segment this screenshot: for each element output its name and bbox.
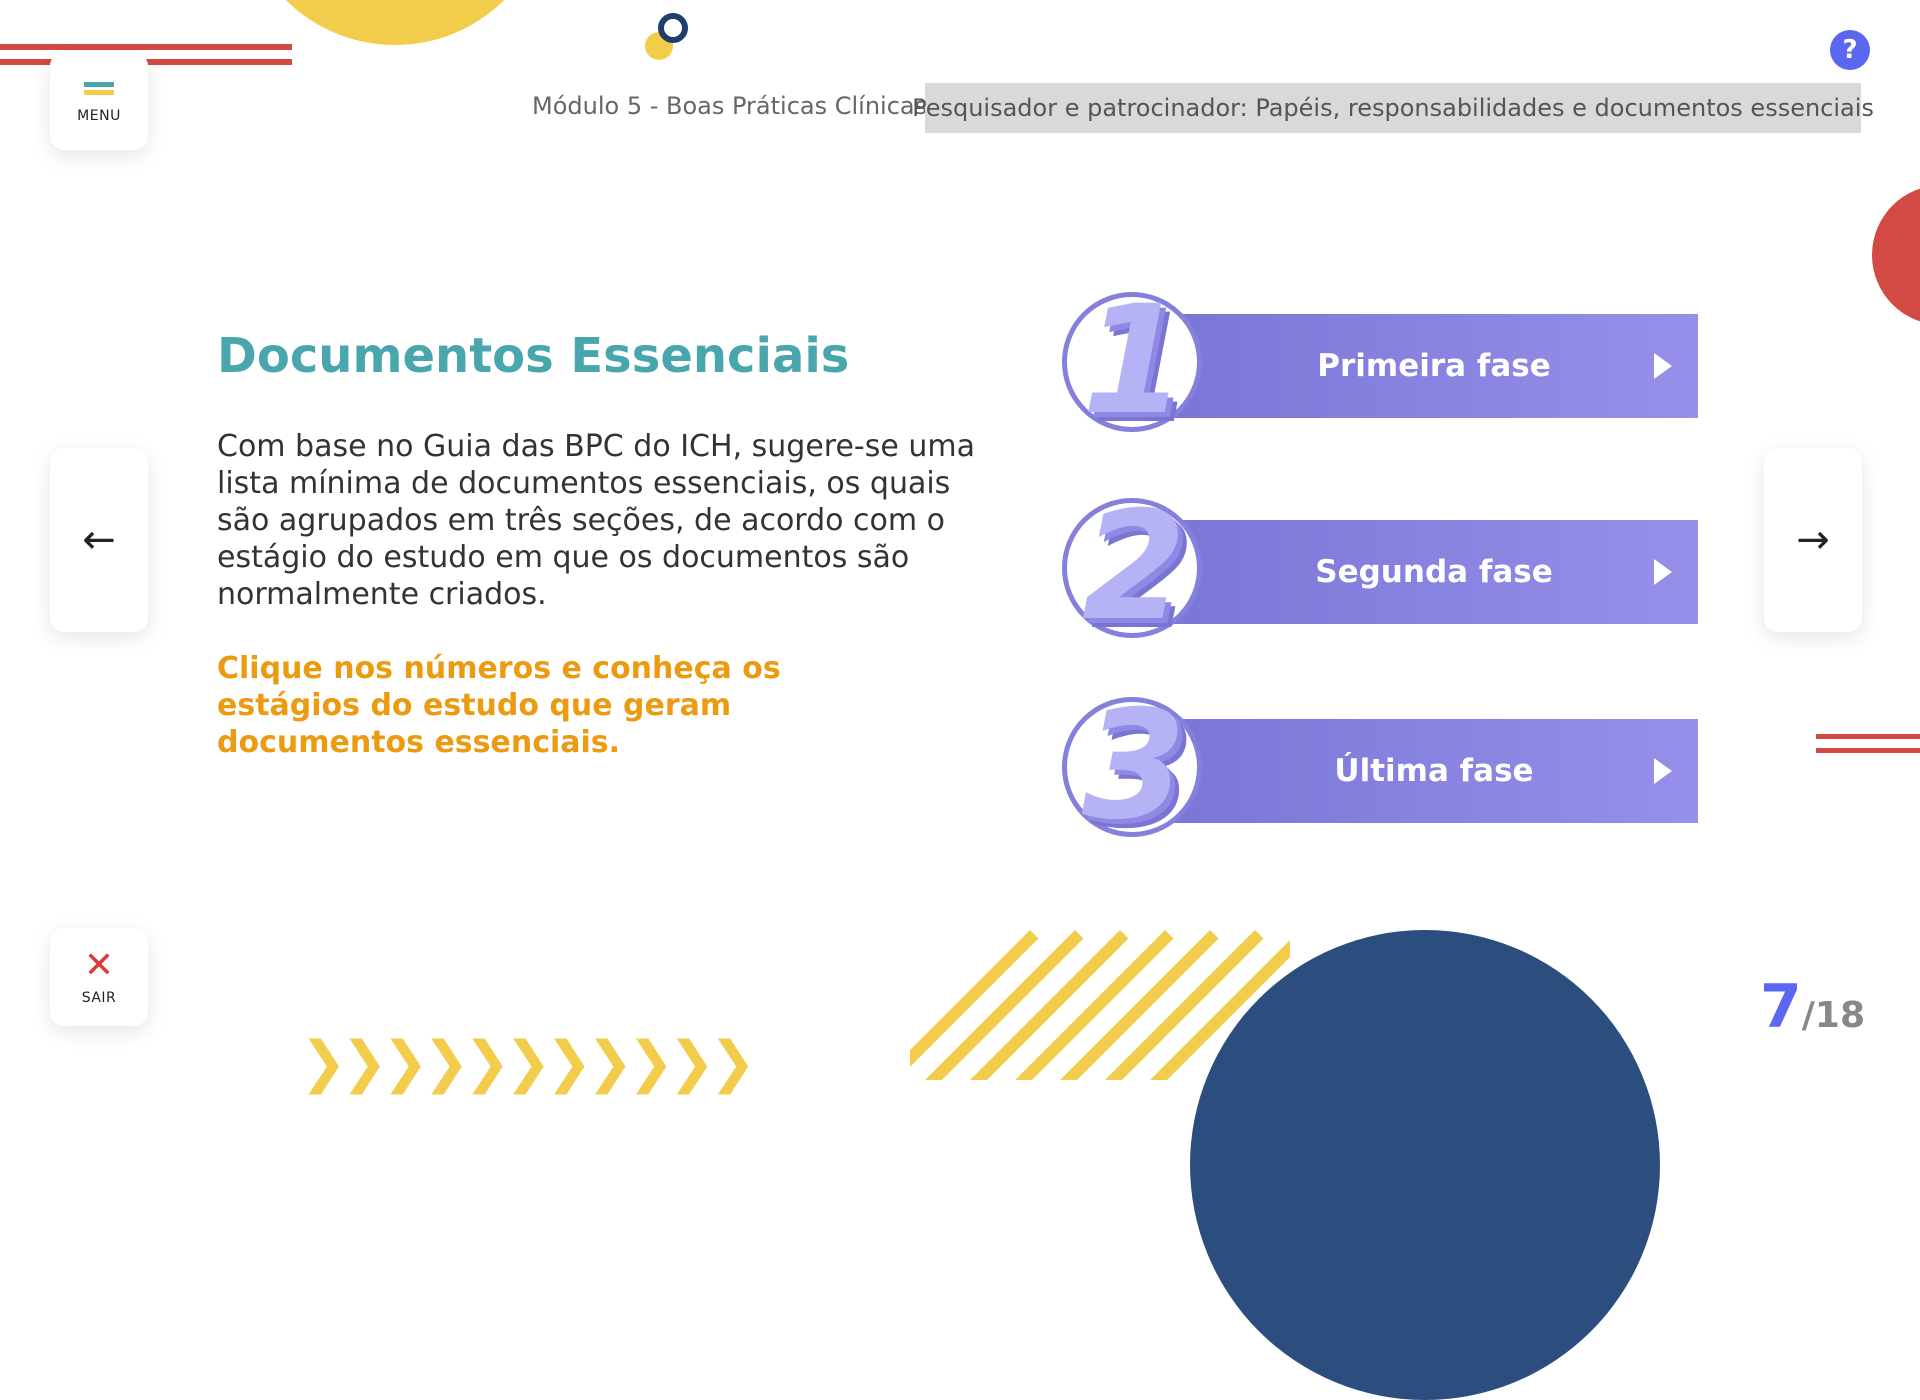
decorative-red-shape bbox=[1872, 185, 1920, 325]
phase-label: Primeira fase bbox=[1317, 348, 1551, 384]
phase-button-1[interactable]: Primeira fase 1 bbox=[1062, 276, 1698, 446]
page-title: Documentos Essenciais bbox=[217, 328, 850, 384]
menu-icon bbox=[84, 79, 114, 98]
close-icon: ✕ bbox=[83, 945, 115, 986]
lesson-title: Pesquisador e patrocinador: Papéis, resp… bbox=[912, 83, 1874, 133]
phase-number: 2 bbox=[1081, 480, 1187, 654]
previous-button[interactable]: ← bbox=[50, 448, 148, 632]
next-button[interactable]: → bbox=[1764, 448, 1862, 632]
phase-bar: Segunda fase bbox=[1170, 520, 1698, 624]
phase-label: Última fase bbox=[1334, 753, 1534, 789]
exit-label: SAIR bbox=[81, 990, 117, 1006]
exit-button[interactable]: ✕ SAIR bbox=[50, 928, 148, 1026]
play-icon bbox=[1654, 559, 1672, 585]
arrow-right-icon: → bbox=[1796, 517, 1830, 563]
phase-bar: Última fase bbox=[1170, 719, 1698, 823]
phase-number: 3 bbox=[1081, 679, 1187, 853]
arrow-left-icon: ← bbox=[82, 517, 116, 563]
decorative-red-lines-right bbox=[1816, 734, 1920, 762]
instruction-text: Clique nos números e conheça os estágios… bbox=[217, 651, 781, 760]
menu-label: MENU bbox=[77, 107, 121, 124]
menu-button[interactable]: MENU bbox=[50, 52, 148, 150]
decorative-chevrons: ❯❯❯❯❯❯❯❯❯❯❯ bbox=[300, 1030, 756, 1095]
logo-ring bbox=[658, 13, 688, 43]
decorative-blue-circle bbox=[1190, 930, 1660, 1400]
page-current: 7 bbox=[1760, 972, 1802, 1042]
phase-bar: Primeira fase bbox=[1170, 314, 1698, 418]
play-icon bbox=[1654, 758, 1672, 784]
intro-paragraph: Com base no Guia das BPC do ICH, sugere-… bbox=[217, 429, 975, 612]
page-total: /18 bbox=[1801, 995, 1865, 1036]
module-title: Módulo 5 - Boas Práticas Clínicas bbox=[532, 92, 928, 120]
phase-number: 1 bbox=[1081, 274, 1187, 448]
phase-button-2[interactable]: Segunda fase 2 bbox=[1062, 482, 1698, 652]
help-button[interactable]: ? bbox=[1830, 30, 1870, 70]
decorative-yellow-shape bbox=[240, 0, 550, 45]
page-counter: 7/18 bbox=[1760, 972, 1865, 1042]
phase-label: Segunda fase bbox=[1315, 554, 1553, 590]
phase-button-3[interactable]: Última fase 3 bbox=[1062, 681, 1698, 851]
play-icon bbox=[1654, 353, 1672, 379]
